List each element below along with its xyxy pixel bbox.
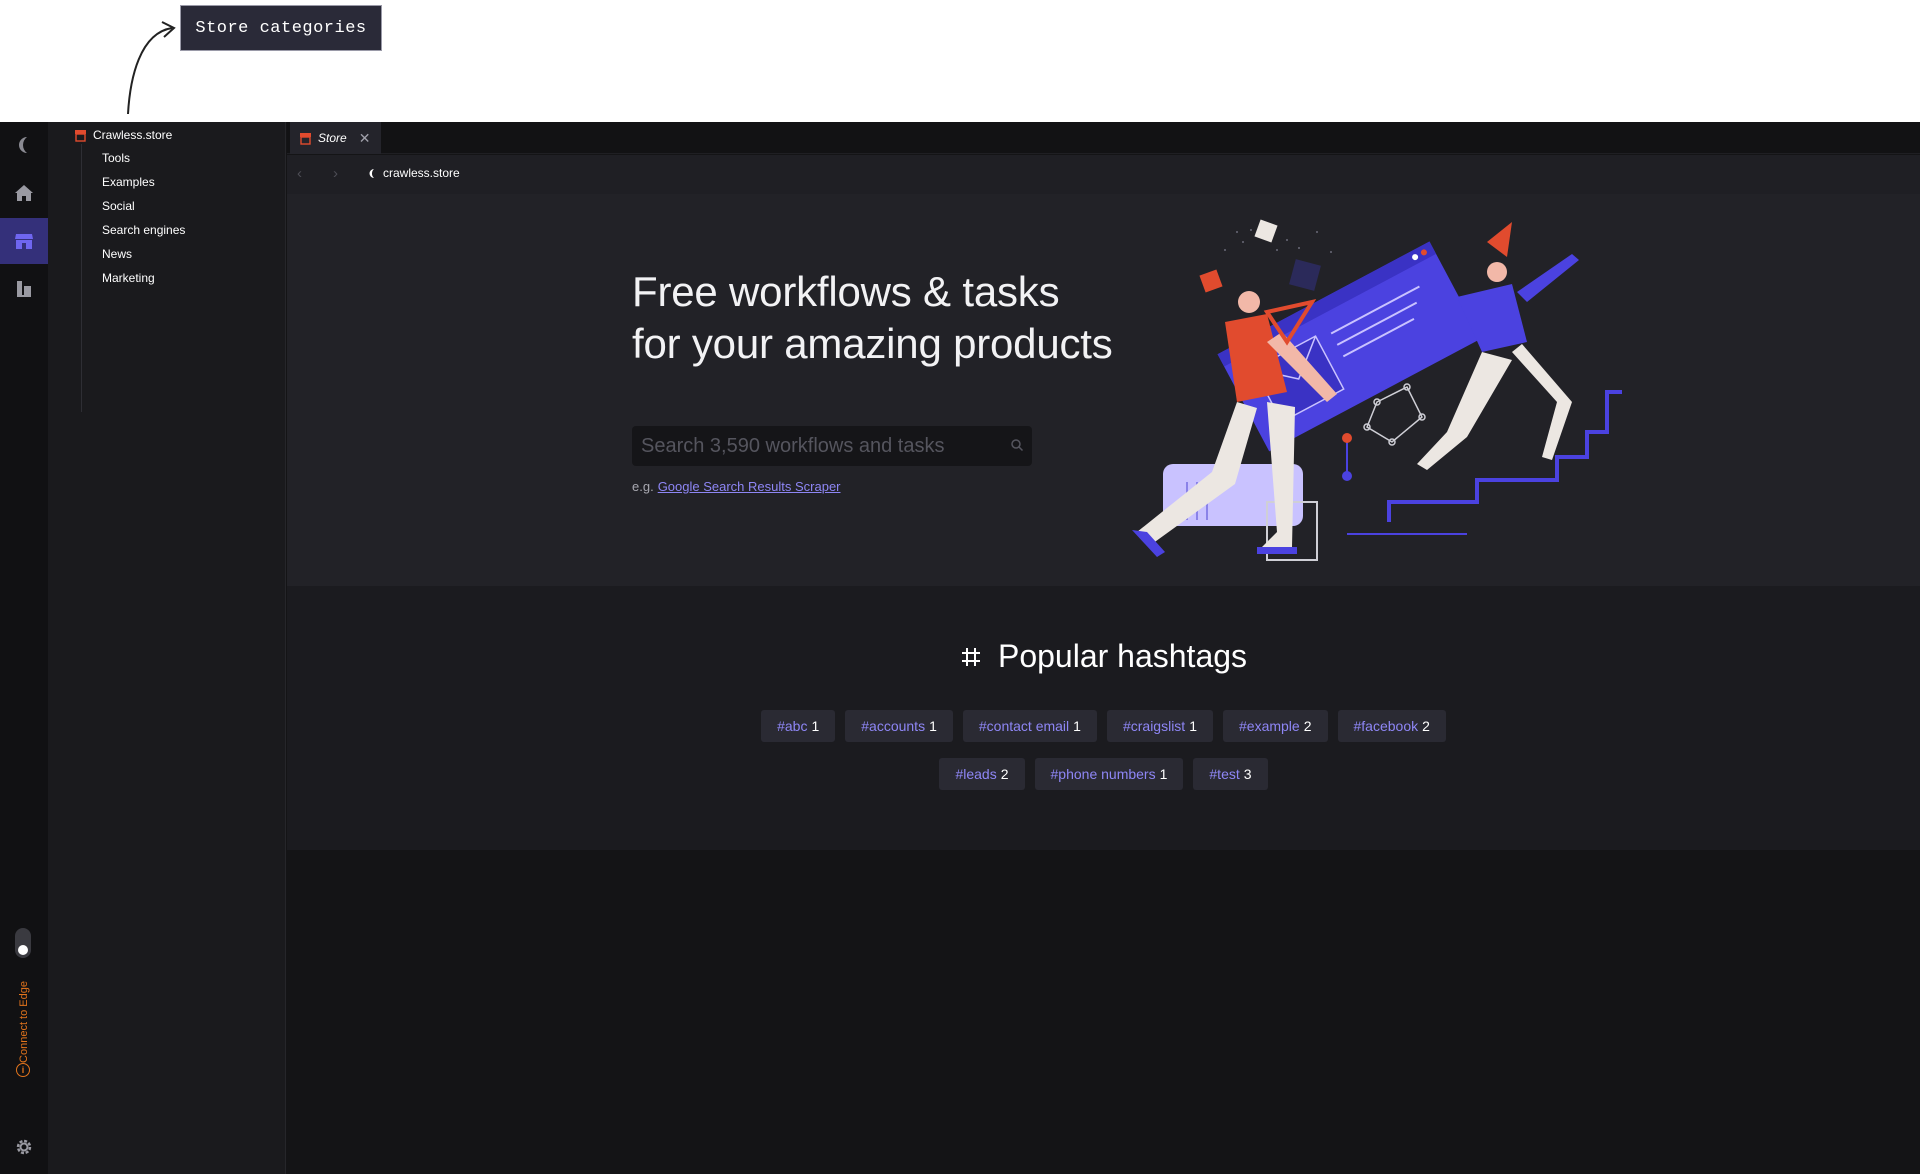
annotation-callout: Store categories [180, 5, 382, 51]
annotation-area: Store categories [0, 0, 1920, 122]
close-icon[interactable]: ✕ [359, 130, 371, 147]
hashtags-title: Popular hashtags [997, 638, 1248, 674]
hashtag-name: #craigslist [1122, 718, 1186, 734]
hero-section: Free workflows & tasks for your amazing … [287, 194, 1920, 586]
category-tree: Crawless.store Tools Examples Social Sea… [48, 122, 286, 1174]
address-text: crawless.store [383, 166, 460, 180]
hashtag-count: 1 [929, 718, 937, 734]
store-icon [300, 132, 311, 145]
toggle-knob [18, 945, 28, 955]
hashtag-count: 1 [1189, 718, 1197, 734]
hashtag-count: 2 [1000, 766, 1009, 782]
hashtag-count: 3 [1243, 766, 1252, 782]
rail-settings[interactable] [0, 1124, 48, 1170]
search-input[interactable] [641, 434, 1001, 458]
hashtag-name: #phone numbers [1050, 766, 1156, 782]
app-window: Connect to Edge i Crawless.store Tools E… [0, 122, 1920, 1174]
address-bar[interactable]: crawless.store [367, 166, 460, 180]
rail-home[interactable] [0, 170, 48, 216]
rail-library[interactable] [0, 266, 48, 312]
gear-icon [16, 1139, 32, 1155]
hero-title-line2: for your amazing products [632, 320, 1113, 367]
hero-title-line1: Free workflows & tasks [632, 268, 1060, 315]
rail-store[interactable] [0, 218, 48, 264]
nav-bar: ‹ › crawless.store [287, 155, 1920, 194]
info-icon[interactable]: i [16, 1063, 30, 1077]
hashtags-section: Popular hashtags #abc 1 #accounts 1 #conta… [287, 586, 1920, 850]
hashtag-name: #example [1239, 718, 1300, 734]
hashtag-count: 1 [1159, 766, 1168, 782]
hashtag-name: #contact email [978, 718, 1070, 734]
hashtag-chip[interactable]: #facebook 2 [1337, 710, 1446, 742]
hashtag-count: 1 [1073, 718, 1081, 734]
hashtag-chip[interactable]: #contact email 1 [962, 710, 1097, 742]
hashtag-chip[interactable]: #accounts 1 [845, 710, 953, 742]
search-example: e.g. Google Search Results Scraper [632, 479, 841, 494]
hero-illustration [1132, 219, 1622, 561]
rail-logo[interactable] [0, 122, 48, 168]
hash-icon [961, 647, 980, 666]
connect-edge-label: Connect to Edge [18, 981, 31, 1063]
logo-icon [369, 168, 374, 178]
hashtag-count: 2 [1422, 718, 1430, 734]
hashtag-chip[interactable]: #craigslist 1 [1106, 710, 1213, 742]
example-link[interactable]: Google Search Results Scraper [658, 479, 841, 494]
hashtag-chip[interactable]: #example 2 [1223, 710, 1328, 742]
hashtag-name: #leads [955, 766, 997, 782]
library-icon [17, 281, 31, 297]
icon-rail: Connect to Edge i [0, 122, 48, 1174]
hero-title: Free workflows & tasks for your amazing … [632, 266, 1113, 370]
tab-store[interactable]: Store ✕ [290, 122, 381, 154]
hashtag-name: #abc [777, 718, 808, 734]
tree-item-marketing[interactable]: Marketing [102, 268, 155, 288]
hashtag-count: 2 [1303, 718, 1312, 734]
hashtag-row: #leads 2 #phone numbers 1 #test 3 [287, 758, 1920, 790]
tree-item-social[interactable]: Social [102, 196, 135, 216]
home-icon [15, 185, 33, 201]
tree-root[interactable]: Crawless.store [74, 126, 172, 144]
logo-icon [19, 137, 27, 153]
hashtag-chip[interactable]: #leads 2 [939, 758, 1025, 790]
search-icon[interactable] [1010, 438, 1024, 452]
edge-toggle[interactable] [15, 928, 31, 958]
connect-edge-link[interactable]: Connect to Edge [10, 967, 38, 1077]
tab-label: Store [318, 131, 347, 145]
hashtag-chip[interactable]: #abc 1 [761, 710, 836, 742]
tree-item-news[interactable]: News [102, 244, 132, 264]
tree-item-tools[interactable]: Tools [102, 148, 130, 168]
hashtag-chip[interactable]: #test 3 [1193, 758, 1268, 790]
tab-bar: Store ✕ [287, 122, 1920, 154]
tree-item-examples[interactable]: Examples [102, 172, 155, 192]
back-icon[interactable]: ‹ [297, 165, 302, 182]
example-prefix: e.g. [632, 479, 654, 494]
hashtag-name: #test [1209, 766, 1240, 782]
hashtag-name: #accounts [861, 718, 926, 734]
tree-item-search-engines[interactable]: Search engines [102, 220, 185, 240]
hashtags-heading: Popular hashtags [287, 638, 1920, 675]
hashtag-row: #abc 1 #accounts 1 #contact email 1 #craigs… [287, 710, 1920, 742]
forward-icon[interactable]: › [333, 165, 338, 182]
tree-root-label: Crawless.store [93, 128, 173, 142]
main-content: Store ✕ ‹ › crawless.store Free workflow… [287, 122, 1920, 1174]
hashtag-chip[interactable]: #phone numbers 1 [1034, 758, 1184, 790]
hashtag-name: #facebook [1353, 718, 1419, 734]
tree-guide-line [81, 144, 82, 412]
search-box [632, 426, 1032, 466]
store-icon [75, 129, 86, 142]
store-icon [15, 234, 33, 249]
hashtag-count: 1 [811, 718, 820, 734]
